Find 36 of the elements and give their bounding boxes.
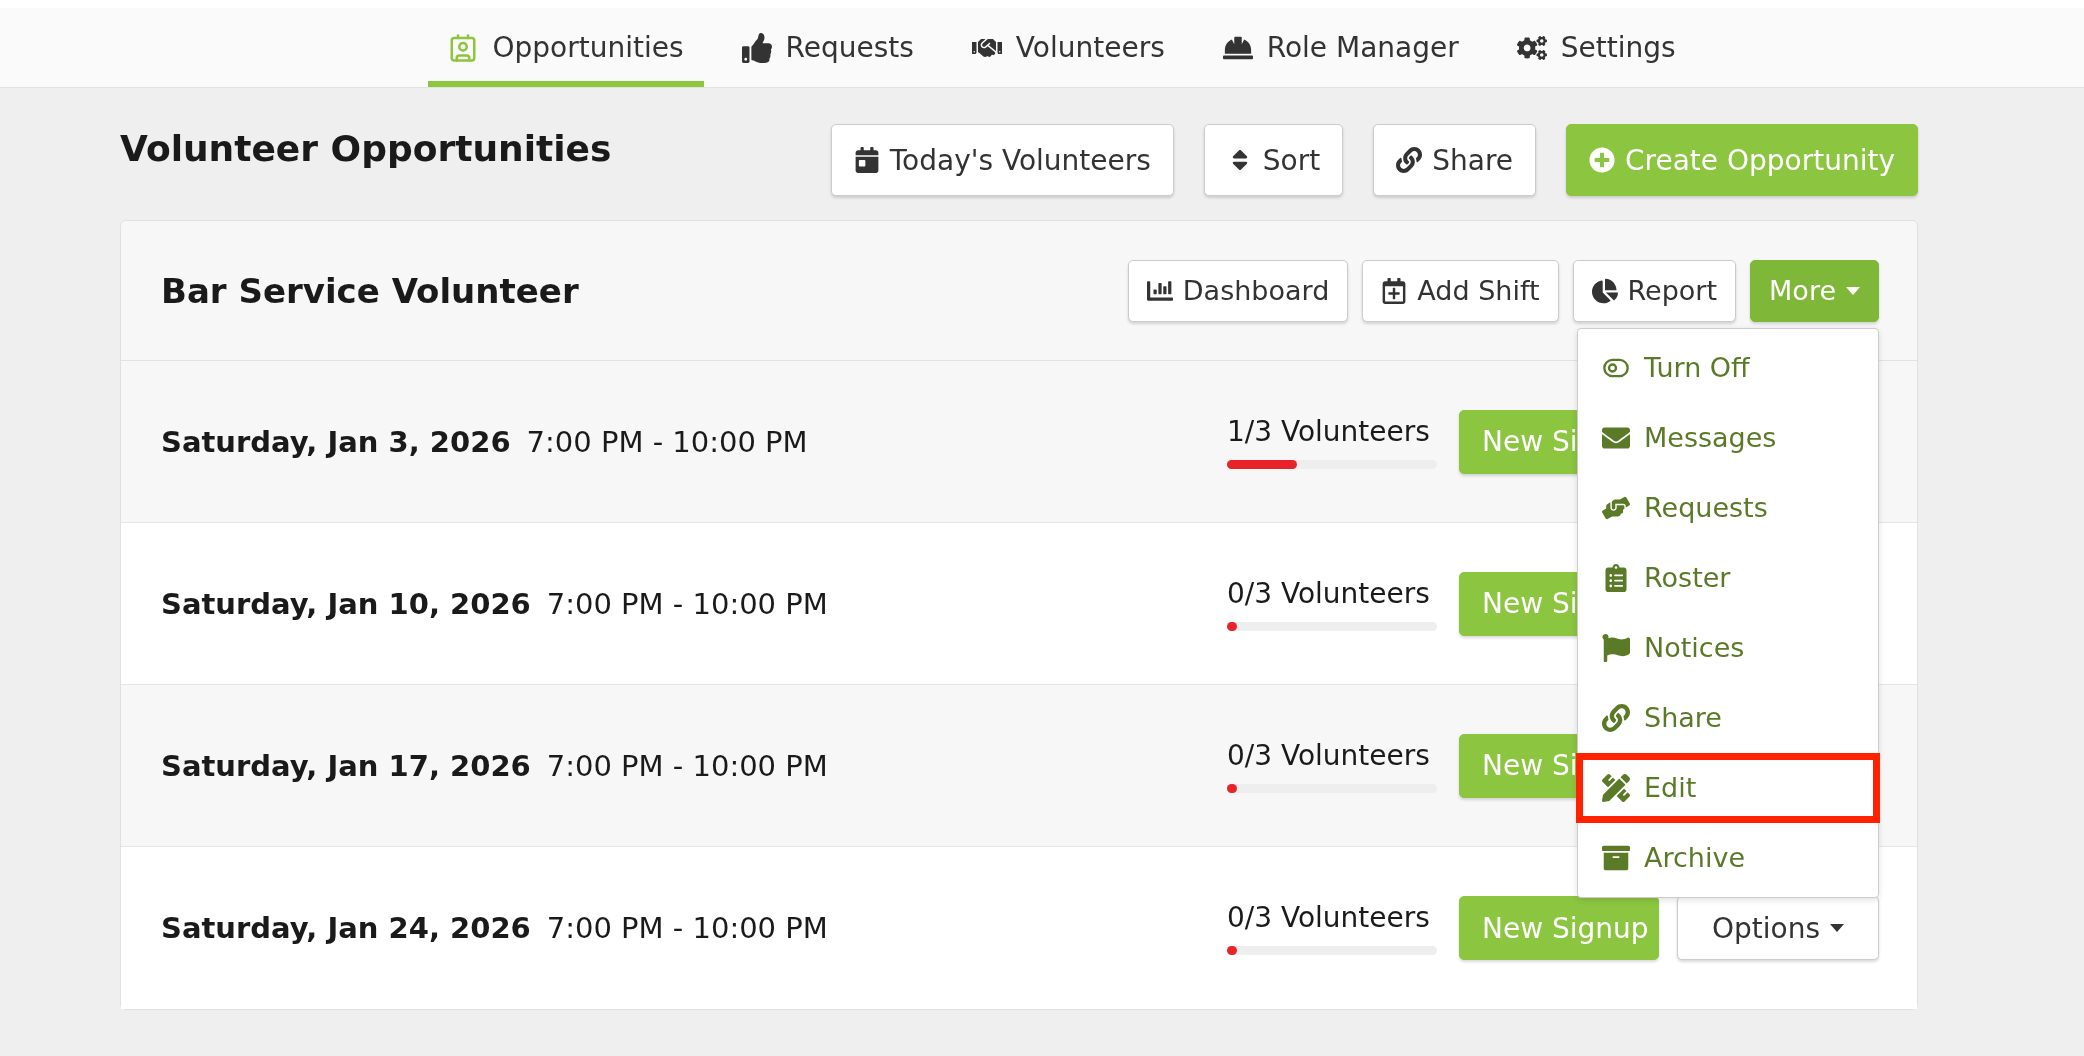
caret-icon xyxy=(1830,924,1844,932)
caret-icon xyxy=(1846,286,1860,295)
volunteer-count: 0/3 Volunteers xyxy=(1227,901,1431,934)
card-action-button[interactable]: Add Shift xyxy=(1362,259,1559,322)
volunteer-count: 0/3 Volunteers xyxy=(1227,738,1431,772)
nav-tab[interactable]: Opportunities xyxy=(428,8,704,87)
archive-icon xyxy=(1602,843,1630,872)
pencil-ruler-icon xyxy=(1602,773,1630,802)
nav-tab[interactable]: Requests xyxy=(721,8,934,87)
page-title: Volunteer Opportunities xyxy=(120,128,612,169)
link-icon xyxy=(1602,703,1630,732)
toolbar-button[interactable]: Today's Volunteers xyxy=(830,124,1174,196)
contact-card-icon xyxy=(448,32,479,63)
toolbar-button[interactable]: Sort xyxy=(1203,124,1344,196)
menu-item[interactable]: Requests xyxy=(1576,472,1880,543)
options-button[interactable]: Options xyxy=(1677,896,1879,960)
calendar-plus-icon xyxy=(1381,277,1408,304)
card-action-button[interactable]: Report xyxy=(1572,259,1737,322)
card-action-button[interactable]: Dashboard xyxy=(1127,259,1349,322)
shift-time: Saturday, Jan 10, 2026 7:00 PM - 10:00 PM xyxy=(161,586,828,621)
shift-time: Saturday, Jan 24, 2026 7:00 PM - 10:00 PM xyxy=(161,911,828,945)
menu-item[interactable]: Archive xyxy=(1576,822,1880,893)
volunteer-count: 1/3 Volunteers xyxy=(1227,414,1431,448)
shift-time: Saturday, Jan 17, 2026 7:00 PM - 10:00 PM xyxy=(161,748,828,783)
nav-tab[interactable]: Settings xyxy=(1496,8,1696,87)
toolbar-button[interactable]: Share xyxy=(1373,124,1537,196)
pie-chart-icon xyxy=(1591,277,1618,304)
flag-icon xyxy=(1602,633,1630,662)
menu-item[interactable]: Turn Off xyxy=(1576,332,1880,403)
volunteer-count: 0/3 Volunteers xyxy=(1227,576,1431,610)
nav-tab[interactable]: Role Manager xyxy=(1202,8,1479,87)
shift-time: Saturday, Jan 3, 2026 7:00 PM - 10:00 PM xyxy=(161,424,808,459)
nav-tab[interactable]: Volunteers xyxy=(951,8,1185,87)
card-title: Bar Service Volunteer xyxy=(161,270,579,311)
link-icon xyxy=(1396,147,1423,173)
thumbs-up-icon xyxy=(741,32,772,63)
